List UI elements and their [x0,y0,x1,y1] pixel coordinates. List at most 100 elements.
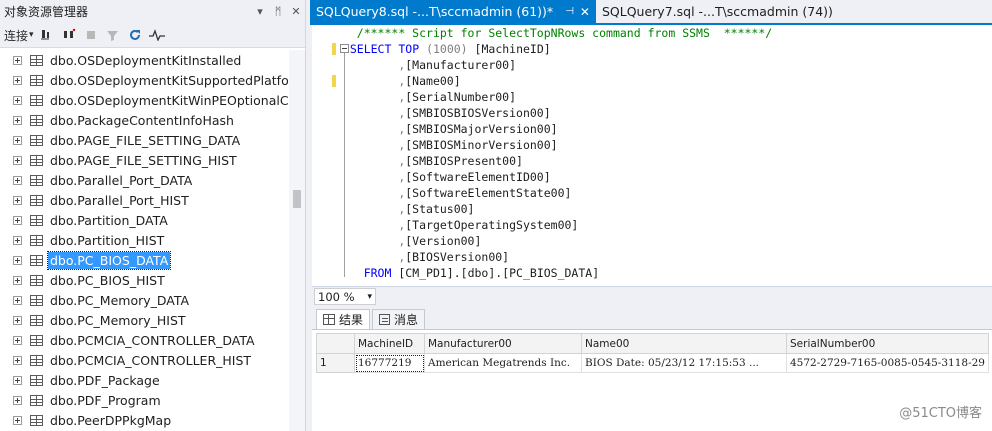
tree-item[interactable]: dbo.PAGE_FILE_SETTING_DATA [0,130,289,150]
code-line[interactable]: ,[SMBIOSBIOSVersion00] [336,105,772,121]
row-number[interactable]: 1 [316,353,355,373]
activity-monitor-icon[interactable] [148,25,166,45]
code-line[interactable]: ,[Manufacturer00] [336,57,772,73]
expand-icon[interactable] [13,155,22,165]
tree-item[interactable]: dbo.PC_Memory_DATA [0,290,289,310]
tree-item[interactable]: dbo.PC_BIOS_HIST [0,270,289,290]
tab-sqlquery7[interactable]: SQLQuery7.sql -...T\sccmadmin (74)) [596,0,839,23]
tree-item[interactable]: dbo.Parallel_Port_HIST [0,190,289,210]
table-icon [30,174,43,186]
zoom-select[interactable]: 100 % ▾ [314,288,376,305]
object-explorer-scrollbar[interactable] [289,50,305,431]
expand-icon[interactable] [13,415,22,425]
table-row[interactable]: 1 16777219 American Megatrends Inc. BIOS… [316,353,989,373]
expand-icon[interactable] [13,355,22,365]
expand-icon[interactable] [13,135,22,145]
close-icon[interactable]: ✕ [580,5,590,19]
pin-icon[interactable]: ᛗ [269,5,287,18]
column-header-machineid[interactable]: MachineID [354,333,425,354]
expand-icon[interactable] [13,375,22,385]
expand-icon[interactable] [13,115,22,125]
code-line[interactable]: ,[SerialNumber00] [336,89,772,105]
horizontal-scrollbar[interactable] [380,289,980,304]
expand-icon[interactable] [13,75,22,85]
code-line[interactable]: ,[Status00] [336,201,772,217]
expand-icon[interactable] [13,175,22,185]
code-line[interactable]: ,[TargetOperatingSystem00] [336,217,772,233]
tree-item[interactable]: dbo.OSDeploymentKitInstalled [0,50,289,70]
expand-icon[interactable] [13,235,22,245]
code-line[interactable]: ,[SMBIOSMajorVersion00] [336,121,772,137]
code-line[interactable]: ,[SMBIOSPresent00] [336,153,772,169]
tree-item[interactable]: dbo.PackageContentInfoHash [0,110,289,130]
disconnect-icon[interactable] [60,25,78,45]
cell-manufacturer[interactable]: American Megatrends Inc. [424,353,582,373]
close-icon[interactable]: ✕ [287,5,305,18]
code-line[interactable]: ,[SoftwareElementID00] [336,169,772,185]
tree-item[interactable]: dbo.OSDeploymentKitSupportedPlatform [0,70,289,90]
expand-icon[interactable] [13,95,22,105]
tab-sqlquery8[interactable]: SQLQuery8.sql -...T\sccmadmin (61))* ⊣ ✕ [310,0,596,23]
editor-gutter [312,25,336,286]
tree-item[interactable]: dbo.PDF_Package [0,370,289,390]
expand-icon[interactable] [13,55,22,65]
object-explorer-title: 对象资源管理器 [4,5,89,19]
tab-label: SQLQuery8.sql -...T\sccmadmin (61))* [316,4,554,19]
tree-item-label: dbo.PC_Memory_HIST [50,312,186,328]
code-line[interactable]: ,[Version00] [336,233,772,249]
code-line[interactable]: ,[SMBIOSMinorVersion00] [336,137,772,153]
cell-machineid[interactable]: 16777219 [354,353,425,373]
code-line[interactable]: ,[SoftwareElementState00] [336,185,772,201]
tab-results[interactable]: 结果 [316,309,371,329]
tab-messages[interactable]: 消息 [372,309,426,329]
filter-icon[interactable] [104,25,122,45]
tree-item[interactable]: dbo.PDF_Program [0,390,289,410]
editor-lines[interactable]: /****** Script for SelectTopNRows comman… [336,25,772,281]
refresh-icon[interactable] [126,25,144,45]
pin-icon[interactable]: ⊣ [565,6,574,17]
tree-item-label: dbo.PAGE_FILE_SETTING_HIST [50,152,237,168]
tree-item[interactable]: dbo.Partition_HIST [0,230,289,250]
connect-button[interactable]: 连接 ▾ [4,25,34,45]
connect-object-explorer-icon[interactable] [38,25,56,45]
table-icon [30,134,43,146]
tree-item[interactable]: dbo.PC_BIOS_DATA [0,250,289,270]
expand-icon[interactable] [13,295,22,305]
column-header-name[interactable]: Name00 [581,333,787,354]
expand-icon[interactable] [13,315,22,325]
column-header-serialnumber[interactable]: SerialNumber00 [786,333,989,354]
expand-icon[interactable] [13,255,22,265]
cell-name[interactable]: BIOS Date: 05/23/12 17:15:53 ... [581,353,787,373]
expand-icon[interactable] [13,275,22,285]
code-line[interactable]: /****** Script for SelectTopNRows comman… [336,25,772,41]
code-line[interactable]: FROM [CM_PD1].[dbo].[PC_BIOS_DATA] [336,265,772,281]
tree-item[interactable]: dbo.Partition_DATA [0,210,289,230]
column-header-manufacturer[interactable]: Manufacturer00 [424,333,582,354]
keyword-top: TOP [398,42,420,56]
code-line[interactable]: ,[BIOSVersion00] [336,249,772,265]
tree-item[interactable]: dbo.PCMCIA_CONTROLLER_DATA [0,330,289,350]
stop-icon[interactable] [82,25,100,45]
collapse-icon[interactable] [340,44,349,53]
tree-item[interactable]: dbo.Parallel_Port_DATA [0,170,289,190]
scrollbar-thumb[interactable] [293,190,301,208]
keyword-from: FROM [363,266,392,280]
connect-label: 连接 [4,28,29,43]
tree-item[interactable]: dbo.PCMCIA_CONTROLLER_HIST [0,350,289,370]
query-editor[interactable]: /****** Script for SelectTopNRows comman… [312,25,992,286]
expand-icon[interactable] [13,395,22,405]
expand-icon[interactable] [13,195,22,205]
tree-item[interactable]: dbo.PC_Memory_HIST [0,310,289,330]
grid-corner[interactable] [316,333,355,354]
code-line[interactable]: ,[Name00] [336,73,772,89]
tree-item[interactable]: dbo.PeerDPPkgMap [0,410,289,430]
tree-item[interactable]: dbo.OSDeploymentKitWinPEOptionalCor [0,90,289,110]
code-line[interactable]: SELECT TOP (1000) [MachineID] [336,41,772,57]
expand-icon[interactable] [13,335,22,345]
cell-serialnumber[interactable]: 4572-2729-7165-0085-0545-3118-29 [786,353,989,373]
tree-item[interactable]: dbo.PAGE_FILE_SETTING_HIST [0,150,289,170]
tree-item-label: dbo.PeerDPPkgMap [50,412,172,428]
messages-icon [379,314,391,325]
dropdown-icon[interactable]: ▾ [251,5,269,18]
expand-icon[interactable] [13,215,22,225]
